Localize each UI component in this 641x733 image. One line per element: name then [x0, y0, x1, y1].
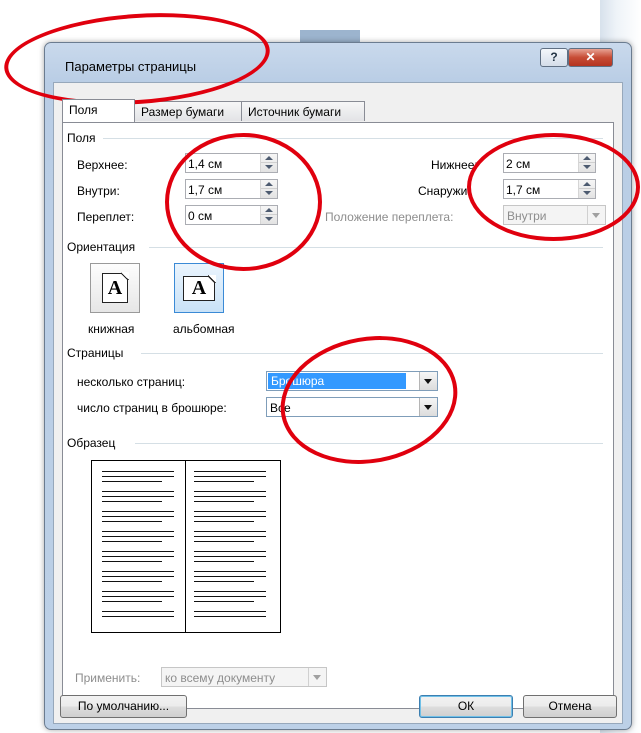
- inside-margin-value: 1,7 см: [188, 183, 223, 197]
- margins-tab-panel: Поля Верхнее: 1,4 см Нижнее: 2 см Внутри…: [62, 122, 614, 709]
- outside-margin-label: Снаружи:: [418, 184, 471, 198]
- outside-margin-spinner[interactable]: 1,7 см: [503, 179, 596, 199]
- apply-to-select: ко всему документу: [161, 667, 327, 687]
- preview-group-title: Образец: [67, 436, 116, 450]
- portrait-label: книжная: [88, 322, 135, 336]
- inside-margin-label: Внутри:: [77, 184, 120, 198]
- spin-arrows-icon[interactable]: [260, 206, 277, 224]
- chevron-down-icon: [308, 668, 326, 686]
- spin-arrows-icon[interactable]: [578, 154, 595, 172]
- ok-button[interactable]: ОК: [419, 695, 513, 718]
- margins-group-title: Поля: [67, 131, 96, 145]
- dialog-title: Параметры страницы: [65, 59, 197, 74]
- spin-arrows-icon[interactable]: [260, 154, 277, 172]
- preview-left-page: [92, 461, 186, 632]
- spin-arrows-icon[interactable]: [578, 180, 595, 198]
- multiple-pages-value: Брошюра: [268, 373, 406, 389]
- close-button[interactable]: ✕: [568, 48, 613, 67]
- page-setup-dialog: Параметры страницы ? ✕ Поля Размер бумаг…: [44, 42, 632, 730]
- booklet-pages-value: Все: [270, 401, 291, 415]
- multiple-pages-select[interactable]: Брошюра: [266, 371, 438, 391]
- set-default-button[interactable]: По умолчанию...: [60, 695, 187, 718]
- tab-paper-source[interactable]: Источник бумаги: [241, 101, 365, 121]
- bottom-margin-spinner[interactable]: 2 см: [503, 153, 596, 173]
- dialog-client-area: Поля Размер бумаги Источник бумаги Поля …: [53, 82, 623, 724]
- chevron-down-icon[interactable]: [419, 398, 437, 416]
- close-icon: ✕: [585, 50, 596, 64]
- tab-paper-size[interactable]: Размер бумаги: [134, 101, 242, 121]
- bottom-margin-value: 2 см: [506, 157, 531, 171]
- inside-margin-spinner[interactable]: 1,7 см: [185, 179, 278, 199]
- landscape-label: альбомная: [173, 322, 235, 336]
- help-icon: ?: [550, 50, 558, 64]
- booklet-pages-label: число страниц в брошюре:: [77, 401, 227, 415]
- page-preview: [91, 460, 281, 633]
- apply-to-label: Применить:: [75, 671, 141, 685]
- top-margin-value: 1,4 см: [188, 157, 223, 171]
- bottom-margin-label: Нижнее:: [431, 158, 478, 172]
- tab-margins[interactable]: Поля: [62, 99, 135, 122]
- gutter-position-select: Внутри: [503, 205, 606, 225]
- landscape-page-icon: A: [183, 275, 216, 301]
- preview-right-page: [186, 461, 279, 632]
- pages-group-title: Страницы: [67, 346, 124, 360]
- landscape-orientation-button[interactable]: A: [174, 263, 224, 313]
- gutter-label: Переплет:: [77, 210, 135, 224]
- group-divider: [103, 138, 603, 139]
- outside-margin-value: 1,7 см: [506, 183, 541, 197]
- group-divider: [149, 247, 603, 248]
- spin-arrows-icon[interactable]: [260, 180, 277, 198]
- portrait-page-icon: A: [102, 272, 129, 303]
- gutter-spinner[interactable]: 0 см: [185, 205, 278, 225]
- group-divider: [135, 443, 603, 444]
- top-margin-label: Верхнее:: [77, 158, 128, 172]
- group-divider: [141, 353, 603, 354]
- apply-to-value: ко всему документу: [165, 671, 276, 685]
- orientation-group-title: Ориентация: [67, 240, 136, 254]
- cancel-button[interactable]: Отмена: [523, 695, 617, 718]
- gutter-value: 0 см: [188, 209, 213, 223]
- portrait-orientation-button[interactable]: A: [90, 263, 140, 313]
- top-margin-spinner[interactable]: 1,4 см: [185, 153, 278, 173]
- help-button[interactable]: ?: [540, 48, 568, 67]
- gutter-position-value: Внутри: [507, 209, 547, 223]
- chevron-down-icon: [587, 206, 605, 224]
- gutter-position-label: Положение переплета:: [325, 210, 454, 224]
- booklet-pages-select[interactable]: Все: [266, 397, 438, 417]
- multiple-pages-label: несколько страниц:: [77, 375, 186, 389]
- chevron-down-icon[interactable]: [419, 372, 437, 390]
